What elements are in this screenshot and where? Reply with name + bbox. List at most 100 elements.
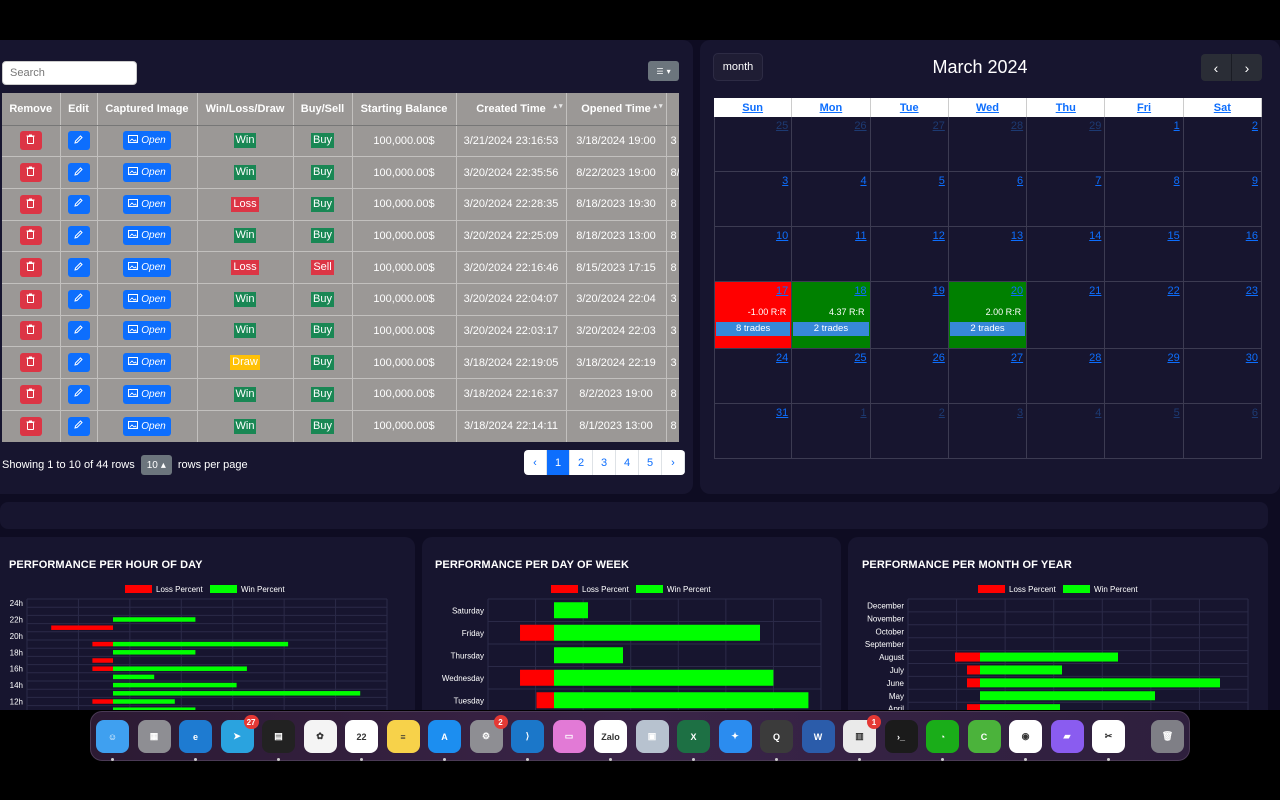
day-number[interactable]: 29 xyxy=(1089,120,1101,132)
dock-notes-icon[interactable]: ≡ xyxy=(386,720,420,753)
dock-calendar-icon[interactable]: 22 xyxy=(345,720,378,753)
remove-button[interactable] xyxy=(19,194,42,214)
page-button[interactable]: › xyxy=(662,450,685,475)
column-header[interactable]: Created Time ▴ ▾ xyxy=(456,93,567,126)
dock-excel-icon[interactable]: X xyxy=(677,720,710,753)
day-number[interactable]: 11 xyxy=(855,230,866,242)
remove-button[interactable] xyxy=(19,384,42,404)
calendar-day[interactable]: 31 xyxy=(714,404,793,459)
calendar-day[interactable]: 23 xyxy=(1183,282,1262,349)
dock-zalo-icon[interactable]: Zalo xyxy=(594,720,627,753)
day-number[interactable]: 18 xyxy=(854,285,866,297)
calendar-day[interactable]: 12 xyxy=(870,227,949,282)
calendar-day[interactable]: 27 xyxy=(870,117,949,172)
day-number[interactable]: 4 xyxy=(1095,407,1101,419)
dock-edge-icon[interactable]: e xyxy=(179,720,212,753)
calendar-day[interactable]: 22 xyxy=(1105,282,1184,349)
dock-vscode-icon[interactable]: ⟩ xyxy=(511,720,544,753)
open-image-button[interactable]: Open xyxy=(123,416,171,436)
dock-safari-icon[interactable]: ✦ xyxy=(718,720,752,753)
day-number[interactable]: 5 xyxy=(939,175,945,187)
remove-button[interactable] xyxy=(19,416,42,436)
calendar-day[interactable]: 30 xyxy=(1183,349,1262,404)
open-image-button[interactable]: Open xyxy=(123,258,171,278)
day-number[interactable]: 13 xyxy=(1011,230,1023,242)
column-header[interactable]: Win/Loss/Draw xyxy=(197,93,294,126)
edit-button[interactable] xyxy=(67,321,90,341)
column-header[interactable]: Edit xyxy=(60,93,98,126)
calendar-day[interactable]: 29 xyxy=(1027,117,1106,172)
calendar-day[interactable]: 11 xyxy=(792,227,871,282)
dock-telegram-icon[interactable]: ➤ 27 xyxy=(220,715,259,753)
calendar-day[interactable]: 2 xyxy=(870,404,949,459)
remove-button[interactable] xyxy=(19,131,42,151)
calendar-day[interactable]: 17 -1.00 R:R 8 trades xyxy=(714,282,793,349)
calendar-day[interactable]: 3 xyxy=(948,404,1028,459)
edit-button[interactable] xyxy=(67,289,90,309)
dock-system-settings-icon[interactable]: ⚙ 2 xyxy=(469,715,508,753)
day-number[interactable]: 23 xyxy=(1246,285,1258,297)
day-number[interactable]: 29 xyxy=(1167,352,1179,364)
dock-trash-icon[interactable]: 🗑 xyxy=(1151,720,1184,753)
open-image-button[interactable]: Open xyxy=(123,384,171,404)
dock-terminal-icon[interactable]: ›_ xyxy=(884,720,918,753)
day-number[interactable]: 3 xyxy=(782,175,788,187)
day-number[interactable]: 6 xyxy=(1252,407,1258,419)
calendar-day[interactable]: 10 xyxy=(714,227,793,282)
column-header[interactable]: C xyxy=(666,93,679,126)
day-number[interactable]: 1 xyxy=(860,407,866,419)
dock-wechat-icon[interactable]: ◔ xyxy=(926,720,959,753)
edit-button[interactable] xyxy=(67,163,90,183)
calendar-day[interactable]: 20 2.00 R:R 2 trades xyxy=(948,282,1028,349)
edit-button[interactable] xyxy=(67,131,90,151)
open-image-button[interactable]: Open xyxy=(123,163,171,183)
calendar-day[interactable]: 28 xyxy=(1027,349,1106,404)
calendar-day[interactable]: 26 xyxy=(870,349,949,404)
page-button[interactable]: 3 xyxy=(593,450,616,475)
remove-button[interactable] xyxy=(19,289,42,309)
search-input[interactable] xyxy=(2,61,137,85)
day-number[interactable]: 9 xyxy=(1252,175,1258,187)
remove-button[interactable] xyxy=(19,353,42,373)
calendar-day[interactable]: 28 xyxy=(948,117,1028,172)
calendar-day[interactable]: 13 xyxy=(948,227,1028,282)
columns-toggle-button[interactable]: ☰ ▾ xyxy=(648,61,679,81)
day-number[interactable]: 6 xyxy=(1017,175,1023,187)
day-number[interactable]: 4 xyxy=(860,175,866,187)
calendar-day[interactable]: 25 xyxy=(792,349,871,404)
day-number[interactable]: 28 xyxy=(1011,120,1023,132)
edit-button[interactable] xyxy=(67,416,90,436)
day-number[interactable]: 28 xyxy=(1089,352,1101,364)
month-view-button[interactable]: month xyxy=(713,53,763,81)
calendar-day[interactable]: 26 xyxy=(792,117,871,172)
edit-button[interactable] xyxy=(67,194,90,214)
day-number[interactable]: 2 xyxy=(939,407,945,419)
dock-chrome-icon[interactable]: ◉ xyxy=(1009,720,1042,753)
open-image-button[interactable]: Open xyxy=(123,131,171,151)
day-number[interactable]: 31 xyxy=(776,407,788,419)
column-header[interactable]: Captured Image xyxy=(97,93,198,126)
edit-button[interactable] xyxy=(67,384,90,404)
rows-per-page-select[interactable]: 10 ▴ xyxy=(140,455,172,475)
remove-button[interactable] xyxy=(19,163,42,183)
dock-word-icon[interactable]: W xyxy=(801,720,835,753)
edit-button[interactable] xyxy=(67,353,90,373)
day-number[interactable]: 20 xyxy=(1011,285,1023,297)
open-image-button[interactable]: Open xyxy=(123,226,171,246)
open-image-button[interactable]: Open xyxy=(123,194,171,214)
calendar-day[interactable]: 18 4.37 R:R 2 trades xyxy=(792,282,871,349)
calendar-day[interactable]: 24 xyxy=(714,349,793,404)
next-month-button[interactable]: › xyxy=(1232,54,1262,81)
calendar-day[interactable]: 6 xyxy=(1183,404,1262,459)
calendar-day[interactable]: 15 xyxy=(1105,227,1184,282)
day-number[interactable]: 22 xyxy=(1167,285,1179,297)
day-number[interactable]: 1 xyxy=(1174,120,1180,132)
column-header[interactable]: Remove xyxy=(2,93,61,126)
column-header[interactable]: Buy/Sell xyxy=(293,93,353,126)
remove-button[interactable] xyxy=(19,226,42,246)
day-number[interactable]: 16 xyxy=(1246,230,1258,242)
day-number[interactable]: 12 xyxy=(933,230,945,242)
calendar-day[interactable]: 25 xyxy=(714,117,793,172)
edit-button[interactable] xyxy=(67,226,90,246)
dock-preview-icon[interactable]: ▣ xyxy=(635,720,669,753)
